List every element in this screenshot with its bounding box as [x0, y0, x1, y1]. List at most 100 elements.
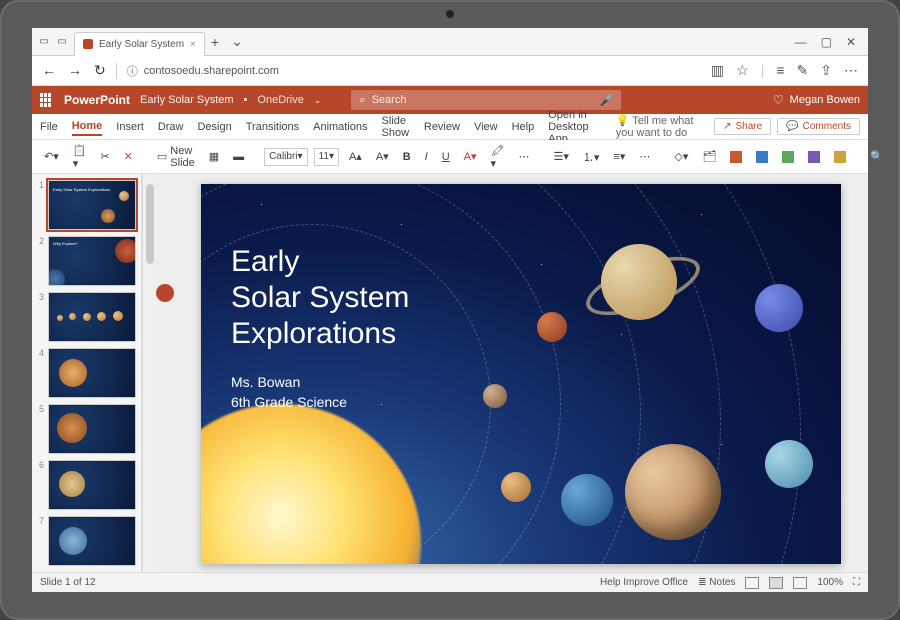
bold-button[interactable]: B [399, 149, 415, 165]
normal-view-button[interactable] [745, 577, 759, 589]
notes-toggle[interactable]: ≣ Notes [698, 577, 735, 588]
tab-transitions[interactable]: Transitions [246, 119, 299, 135]
close-tab-icon[interactable]: × [190, 39, 196, 50]
new-tab-button[interactable]: + [205, 34, 225, 50]
cut-button[interactable]: ✂ [96, 148, 113, 165]
save-location[interactable]: OneDrive [257, 94, 303, 106]
highlight-button[interactable]: 🖍▾ [487, 142, 509, 172]
more-para-button[interactable]: ⋯ [635, 148, 654, 165]
zoom-level[interactable]: 100% [817, 577, 843, 588]
url-display[interactable]: ⓘ contosoedu.sharepoint.com [127, 63, 279, 79]
notifications-icon[interactable]: ♡ [773, 93, 784, 107]
tabs-aside-icon[interactable]: ▭ [38, 36, 50, 48]
tab-insert[interactable]: Insert [116, 119, 144, 135]
underline-button[interactable]: U [438, 149, 454, 165]
bullets-button[interactable]: ☰▾ [549, 148, 572, 165]
delete-button[interactable]: ✕ [120, 148, 137, 165]
tab-file[interactable]: File [40, 119, 58, 135]
minimize-icon[interactable]: — [795, 35, 807, 49]
layout-button[interactable]: ▦ [205, 148, 223, 165]
maximize-icon[interactable]: ▢ [821, 35, 832, 49]
grow-font-button[interactable]: A▴ [345, 148, 366, 165]
reading-list-icon[interactable]: ▥ [711, 62, 724, 79]
thumbnail-2[interactable]: Why Explore? [48, 236, 136, 286]
undo-button[interactable]: ↶▾ [40, 148, 63, 165]
document-name[interactable]: Early Solar System [140, 94, 234, 106]
back-icon[interactable]: ← [42, 62, 56, 79]
font-color-button[interactable]: A▾ [460, 148, 481, 165]
designer-button[interactable]: ⚡ [894, 148, 900, 165]
slide-canvas[interactable]: Early Solar System Explorations Ms. Bowa… [201, 184, 841, 564]
styles-button[interactable] [726, 149, 746, 165]
numbering-button[interactable]: ⒈▾ [579, 147, 604, 167]
reading-view-button[interactable] [793, 577, 807, 589]
thumbnail-5[interactable] [48, 404, 136, 454]
tab-title: Early Solar System [99, 39, 184, 50]
tab-animations[interactable]: Animations [313, 119, 367, 135]
thumbnails-scrollbar[interactable] [142, 174, 156, 572]
outline-button[interactable] [778, 149, 798, 165]
scrollbar-thumb[interactable] [146, 184, 154, 264]
align-button[interactable]: ≡▾ [609, 148, 629, 165]
tab-design[interactable]: Design [197, 119, 231, 135]
tab-home[interactable]: Home [72, 118, 103, 136]
slide-title[interactable]: Early Solar System Explorations [231, 244, 409, 352]
new-slide-button[interactable]: ▭ New Slide [153, 143, 199, 171]
reading-view-icon[interactable]: ≡ [776, 62, 784, 79]
shapes-button[interactable]: ◇▾ [670, 148, 692, 165]
sorter-view-button[interactable] [769, 577, 783, 589]
fill-button[interactable] [752, 149, 772, 165]
share-button[interactable]: ↗ Share [714, 118, 771, 135]
user-area[interactable]: ♡ Megan Bowen [773, 93, 860, 107]
effects-button[interactable] [804, 149, 824, 165]
refresh-icon[interactable]: ↻ [94, 62, 106, 79]
ribbon-tabs: File Home Insert Draw Design Transitions… [32, 114, 868, 140]
help-improve-link[interactable]: Help Improve Office [600, 577, 688, 588]
tab-slideshow[interactable]: Slide Show [382, 113, 410, 141]
find-button[interactable]: 🔍 [866, 148, 888, 165]
more-icon[interactable]: ⋯ [844, 62, 858, 79]
site-info-icon[interactable]: ⓘ [127, 63, 138, 79]
slide-subtitle[interactable]: Ms. Bowan 6th Grade Science [231, 372, 347, 412]
thumbnail-3[interactable] [48, 292, 136, 342]
italic-button[interactable]: I [421, 149, 432, 165]
window-set-aside-icons[interactable]: ▭ ▭ [32, 36, 74, 48]
status-bar: Slide 1 of 12 Help Improve Office ≣ Note… [32, 572, 868, 592]
more-font-button[interactable]: ⋯ [514, 148, 533, 165]
fit-to-window-button[interactable]: ⛶ [853, 577, 860, 588]
tab-help[interactable]: Help [512, 119, 535, 135]
font-select[interactable]: Calibri▾ [264, 148, 307, 166]
section-button[interactable]: ▬ [229, 149, 248, 165]
mic-icon[interactable]: 🎤 [600, 94, 614, 107]
chevron-down-icon[interactable]: ⌄ [314, 95, 322, 106]
tab-review[interactable]: Review [424, 119, 460, 135]
tell-me[interactable]: 💡 Tell me what you want to do [616, 112, 694, 141]
thumbnail-1[interactable]: Early Solar System Explorations [48, 180, 136, 230]
share-page-icon[interactable]: ⇪ [820, 62, 832, 79]
planet-mercury [483, 384, 507, 408]
tab-draw[interactable]: Draw [158, 119, 184, 135]
browser-tab[interactable]: Early Solar System × [74, 32, 205, 56]
search-input[interactable] [372, 94, 594, 106]
close-window-icon[interactable]: ✕ [846, 35, 856, 49]
url-text: contosoedu.sharepoint.com [144, 65, 279, 77]
forward-icon[interactable]: → [68, 62, 82, 79]
notes-icon[interactable]: ✎ [797, 62, 809, 79]
replace-button[interactable] [830, 149, 850, 165]
work-area: 1 Early Solar System Explorations 2 Why … [32, 174, 868, 572]
thumbnail-6[interactable] [48, 460, 136, 510]
font-size-select[interactable]: 11▾ [314, 148, 339, 166]
thumbnail-7[interactable] [48, 516, 136, 566]
tabs-preview-icon[interactable]: ▭ [56, 36, 68, 48]
arrange-button[interactable]: 🗂 [698, 148, 720, 165]
comments-button[interactable]: 💬 Comments [777, 118, 860, 135]
tablet-bezel: ▭ ▭ Early Solar System × + ⌄ — ▢ ✕ ← → ↻ [0, 0, 900, 620]
paste-button[interactable]: 📋▾ [69, 142, 91, 172]
app-launcher-icon[interactable] [40, 93, 54, 107]
shrink-font-button[interactable]: A▾ [372, 148, 393, 165]
tab-actions-icon[interactable]: ⌄ [225, 33, 249, 50]
favorite-icon[interactable]: ☆ [736, 62, 749, 79]
slide-counter: Slide 1 of 12 [40, 577, 96, 588]
thumbnail-4[interactable] [48, 348, 136, 398]
tab-view[interactable]: View [474, 119, 498, 135]
